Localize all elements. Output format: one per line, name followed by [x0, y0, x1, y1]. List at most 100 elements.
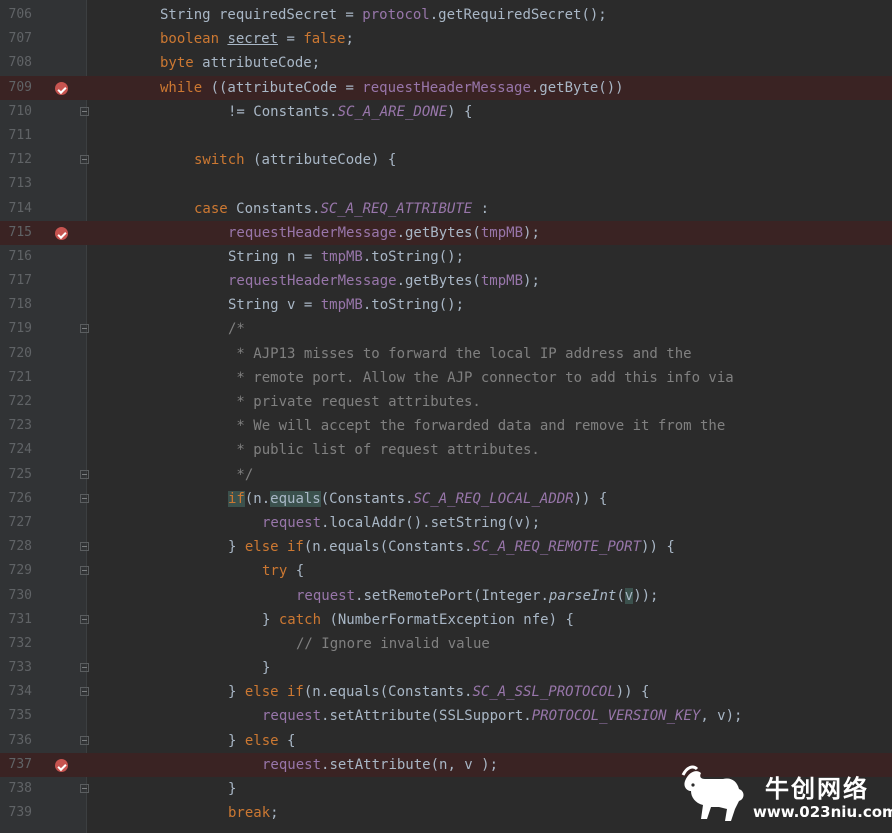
code-line[interactable]: 730 request.setRemotePort(Integer.parseIn…	[0, 584, 892, 608]
line-number[interactable]: 730	[6, 584, 32, 608]
line-number[interactable]: 719	[6, 317, 32, 341]
code-text[interactable]: String n = tmpMB.toString();	[92, 245, 892, 269]
fold-toggle-icon[interactable]	[80, 106, 89, 116]
line-number[interactable]: 733	[6, 656, 32, 680]
code-line[interactable]: 712 switch (attributeCode) {	[0, 148, 892, 172]
code-line[interactable]: 732 // Ignore invalid value	[0, 632, 892, 656]
code-line[interactable]: 708 byte attributeCode;	[0, 51, 892, 75]
code-text[interactable]: != Constants.SC_A_ARE_DONE) {	[92, 100, 892, 124]
code-line[interactable]: 711	[0, 124, 892, 148]
code-line[interactable]: 723 * We will accept the forwarded data …	[0, 414, 892, 438]
code-line[interactable]: 728} else if(n.equals(Constants.SC_A_REQ…	[0, 535, 892, 559]
code-text[interactable]: requestHeaderMessage.getBytes(tmpMB);	[92, 269, 892, 293]
line-number[interactable]: 720	[6, 342, 32, 366]
code-line[interactable]: 710 != Constants.SC_A_ARE_DONE) {	[0, 100, 892, 124]
fold-toggle-icon[interactable]	[80, 469, 89, 479]
code-line[interactable]: 715 requestHeaderMessage.getBytes(tmpMB);	[0, 220, 892, 245]
code-text[interactable]: case Constants.SC_A_REQ_ATTRIBUTE :	[92, 197, 892, 221]
line-number[interactable]: 718	[6, 293, 32, 317]
line-number[interactable]: 723	[6, 414, 32, 438]
code-text[interactable]: } catch (NumberFormatException nfe) {	[92, 608, 892, 632]
line-number[interactable]: 732	[6, 632, 32, 656]
code-line[interactable]: 713	[0, 172, 892, 196]
fold-toggle-icon[interactable]	[80, 324, 89, 334]
line-number[interactable]: 724	[6, 438, 32, 462]
line-number[interactable]: 734	[6, 680, 32, 704]
line-number[interactable]: 712	[6, 148, 32, 172]
fold-toggle-icon[interactable]	[80, 566, 89, 576]
code-text[interactable]: /*	[92, 317, 892, 341]
code-text[interactable]: request.setAttribute(SSLSupport.PROTOCOL…	[92, 704, 892, 728]
code-text[interactable]: switch (attributeCode) {	[92, 148, 892, 172]
code-line[interactable]: 717 requestHeaderMessage.getBytes(tmpMB);	[0, 269, 892, 293]
line-number[interactable]: 715	[6, 221, 32, 245]
code-text[interactable]: boolean secret = false;	[92, 27, 892, 51]
code-editor[interactable]: 706 String requiredSecret = protocol.getR…	[0, 3, 892, 825]
line-number[interactable]: 716	[6, 245, 32, 269]
code-text[interactable]: while ((attributeCode = requestHeaderMes…	[92, 75, 892, 100]
code-line[interactable]: 724 * public list of request attributes.	[0, 438, 892, 462]
code-text[interactable]: request.localAddr().setString(v);	[92, 511, 892, 535]
code-line[interactable]: 719 /*	[0, 317, 892, 341]
code-text[interactable]: try {	[92, 559, 892, 583]
line-number[interactable]: 717	[6, 269, 32, 293]
code-text[interactable]: request.setRemotePort(Integer.parseInt(v…	[92, 584, 892, 608]
code-line[interactable]: 727 request.localAddr().setString(v);	[0, 511, 892, 535]
fold-toggle-icon[interactable]	[80, 735, 89, 745]
code-text[interactable]: * We will accept the forwarded data and …	[92, 414, 892, 438]
code-text[interactable]: String requiredSecret = protocol.getRequ…	[92, 3, 892, 27]
line-number[interactable]: 738	[6, 777, 32, 801]
fold-toggle-icon[interactable]	[80, 493, 89, 503]
line-number[interactable]: 709	[6, 76, 32, 100]
line-number[interactable]: 708	[6, 51, 32, 75]
code-line[interactable]: 709 while ((attributeCode = requestHeader…	[0, 75, 892, 100]
code-text[interactable]: if(n.equals(Constants.SC_A_REQ_LOCAL_ADD…	[92, 487, 892, 511]
line-number[interactable]: 727	[6, 511, 32, 535]
code-text[interactable]: * AJP13 misses to forward the local IP a…	[92, 342, 892, 366]
code-text[interactable]: }	[92, 656, 892, 680]
code-line[interactable]: 707 boolean secret = false;	[0, 27, 892, 51]
code-line[interactable]: 729 try {	[0, 559, 892, 583]
fold-toggle-icon[interactable]	[80, 155, 89, 165]
code-line[interactable]: 736 } else {	[0, 729, 892, 753]
code-text[interactable]: requestHeaderMessage.getBytes(tmpMB);	[92, 220, 892, 245]
line-number[interactable]: 728	[6, 535, 32, 559]
line-number[interactable]: 737	[6, 753, 32, 777]
line-number[interactable]: 722	[6, 390, 32, 414]
code-text[interactable]: * public list of request attributes.	[92, 438, 892, 462]
code-line[interactable]: 731 } catch (NumberFormatException nfe) {	[0, 608, 892, 632]
code-line[interactable]: 718 String v = tmpMB.toString();	[0, 293, 892, 317]
code-text[interactable]: byte attributeCode;	[92, 51, 892, 75]
line-number[interactable]: 707	[6, 27, 32, 51]
line-number[interactable]: 726	[6, 487, 32, 511]
line-number[interactable]: 739	[6, 801, 32, 825]
line-number[interactable]: 735	[6, 704, 32, 728]
code-line[interactable]: 735 request.setAttribute(SSLSupport.PROTO…	[0, 704, 892, 728]
line-number[interactable]: 731	[6, 608, 32, 632]
line-number[interactable]: 736	[6, 729, 32, 753]
code-line[interactable]: 706 String requiredSecret = protocol.getR…	[0, 3, 892, 27]
breakpoint-icon[interactable]	[55, 226, 68, 240]
code-text[interactable]: } else if(n.equals(Constants.SC_A_SSL_PR…	[92, 680, 892, 704]
fold-toggle-icon[interactable]	[80, 542, 89, 552]
breakpoint-icon[interactable]	[55, 81, 68, 95]
line-number[interactable]: 725	[6, 463, 32, 487]
line-number[interactable]: 714	[6, 197, 32, 221]
code-line[interactable]: 725 */	[0, 463, 892, 487]
code-line[interactable]: 721 * remote port. Allow the AJP connect…	[0, 366, 892, 390]
code-line[interactable]: 733}	[0, 656, 892, 680]
code-line[interactable]: 722 * private request attributes.	[0, 390, 892, 414]
code-line[interactable]: 726 if(n.equals(Constants.SC_A_REQ_LOCAL_…	[0, 487, 892, 511]
code-text[interactable]: */	[92, 463, 892, 487]
code-line[interactable]: 720 * AJP13 misses to forward the local …	[0, 342, 892, 366]
code-line[interactable]: 716 String n = tmpMB.toString();	[0, 245, 892, 269]
line-number[interactable]: 729	[6, 559, 32, 583]
line-number[interactable]: 711	[6, 124, 32, 148]
code-line[interactable]: 714 case Constants.SC_A_REQ_ATTRIBUTE :	[0, 197, 892, 221]
fold-toggle-icon[interactable]	[80, 687, 89, 697]
code-text[interactable]: } else {	[92, 729, 892, 753]
code-line[interactable]: 734 } else if(n.equals(Constants.SC_A_SSL…	[0, 680, 892, 704]
code-text[interactable]: * private request attributes.	[92, 390, 892, 414]
fold-toggle-icon[interactable]	[80, 784, 89, 793]
code-text[interactable]: * remote port. Allow the AJP connector t…	[92, 366, 892, 390]
